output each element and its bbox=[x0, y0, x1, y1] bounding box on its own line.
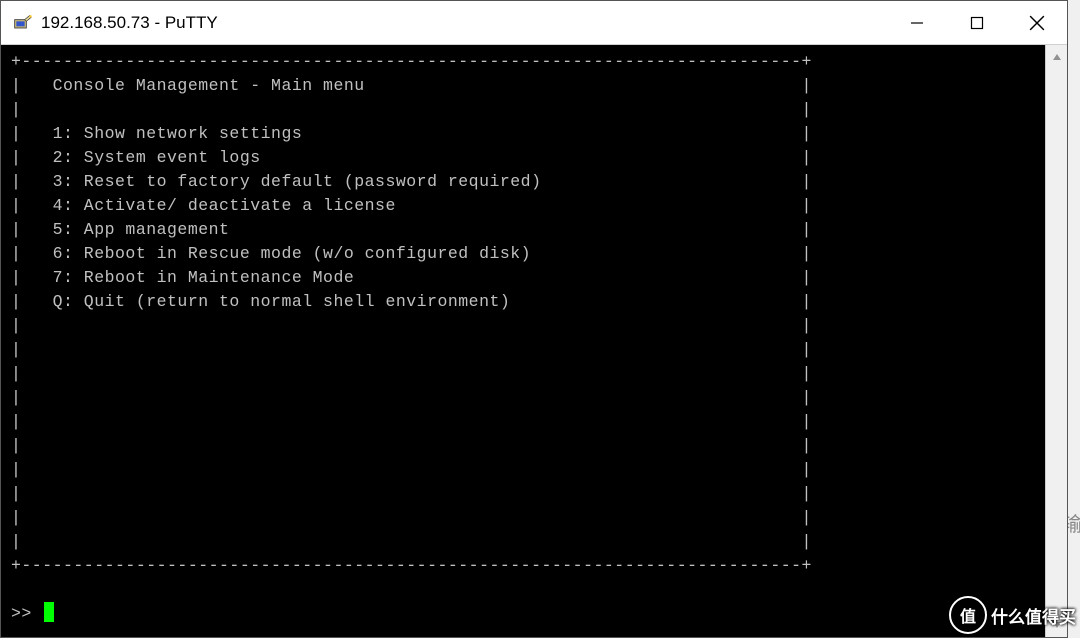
border-line: +---------------------------------------… bbox=[11, 52, 812, 71]
menu-item: | 5: App management | bbox=[11, 220, 812, 239]
cursor bbox=[44, 602, 54, 622]
blank-line: | | bbox=[11, 436, 812, 455]
close-button[interactable] bbox=[1007, 1, 1067, 44]
blank-line: | | bbox=[11, 412, 812, 431]
blank-line: | | bbox=[11, 532, 812, 551]
window-title: 192.168.50.73 - PuTTY bbox=[41, 13, 887, 33]
blank-line: | | bbox=[11, 388, 812, 407]
menu-item: | 4: Activate/ deactivate a license | bbox=[11, 196, 812, 215]
titlebar[interactable]: 192.168.50.73 - PuTTY bbox=[1, 1, 1067, 45]
terminal-output[interactable]: +---------------------------------------… bbox=[1, 45, 1045, 637]
menu-item: | 2: System event logs | bbox=[11, 148, 812, 167]
window-controls bbox=[887, 1, 1067, 44]
blank-line: | | bbox=[11, 484, 812, 503]
watermark: 值 什么值得买 bbox=[949, 596, 1076, 634]
menu-item: | Q: Quit (return to normal shell enviro… bbox=[11, 292, 812, 311]
watermark-badge-icon: 值 bbox=[949, 596, 987, 634]
menu-item: | 3: Reset to factory default (password … bbox=[11, 172, 812, 191]
menu-item: | 1: Show network settings | bbox=[11, 124, 812, 143]
maximize-button[interactable] bbox=[947, 1, 1007, 44]
watermark-text: 什么值得买 bbox=[991, 603, 1076, 628]
prompt: >> bbox=[11, 602, 42, 626]
menu-item: | 7: Reboot in Maintenance Mode | bbox=[11, 268, 812, 287]
blank-line: | | bbox=[11, 364, 812, 383]
scrollbar[interactable] bbox=[1045, 45, 1067, 637]
scroll-track[interactable] bbox=[1046, 69, 1067, 613]
minimize-button[interactable] bbox=[887, 1, 947, 44]
blank-line: | | bbox=[11, 316, 812, 335]
putty-window: 192.168.50.73 - PuTTY +-----------------… bbox=[0, 0, 1068, 638]
blank-line: | | bbox=[11, 460, 812, 479]
menu-header: | Console Management - Main menu | bbox=[11, 76, 812, 95]
blank-line: | | bbox=[11, 100, 812, 119]
menu-item: | 6: Reboot in Rescue mode (w/o configur… bbox=[11, 244, 812, 263]
scroll-up-arrow-icon[interactable] bbox=[1046, 45, 1067, 69]
border-line: +---------------------------------------… bbox=[11, 556, 812, 575]
blank-line: | | bbox=[11, 340, 812, 359]
blank-after-border bbox=[11, 580, 21, 599]
blank-line: | | bbox=[11, 508, 812, 527]
putty-icon bbox=[13, 13, 33, 33]
